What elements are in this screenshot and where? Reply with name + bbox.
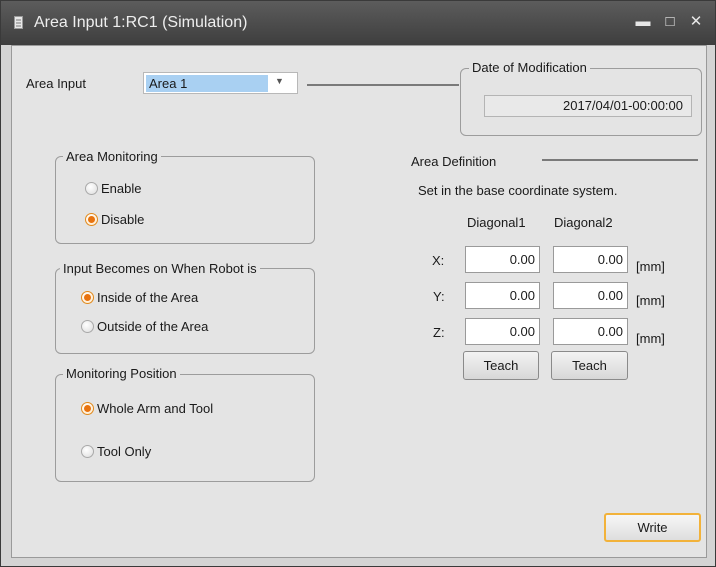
x-diagonal2-input[interactable]: 0.00 (553, 246, 628, 273)
radio-inside-label: Inside of the Area (97, 290, 199, 305)
radio-whole-arm-and-tool[interactable]: Whole Arm and Tool (81, 401, 213, 416)
divider-line (307, 84, 459, 86)
maximize-icon[interactable]: □ (659, 11, 681, 33)
radio-whole-arm-label: Whole Arm and Tool (97, 401, 214, 416)
y-diagonal2-input[interactable]: 0.00 (553, 282, 628, 309)
chevron-down-icon[interactable]: ▼ (275, 76, 284, 86)
radio-disable[interactable]: Disable (85, 212, 144, 227)
radio-tool-only-label: Tool Only (97, 444, 152, 459)
area-input-select[interactable]: Area 1 ▼ (143, 72, 298, 94)
area-input-label: Area Input (26, 76, 86, 91)
diagonal2-header: Diagonal2 (554, 215, 613, 230)
diagonal1-header: Diagonal1 (467, 215, 526, 230)
area-monitoring-group (55, 156, 315, 244)
document-icon (14, 16, 23, 29)
x-unit-label: [mm] (636, 259, 665, 274)
radio-unchecked-icon[interactable] (85, 182, 98, 195)
radio-outside-label: Outside of the Area (97, 319, 209, 334)
monitoring-position-group (55, 374, 315, 482)
radio-checked-icon[interactable] (81, 291, 94, 304)
x-diagonal1-input[interactable]: 0.00 (465, 246, 540, 273)
date-of-modification-legend: Date of Modification (469, 60, 590, 75)
teach-diagonal2-button[interactable]: Teach (551, 351, 628, 380)
radio-inside-of-area[interactable]: Inside of the Area (81, 290, 198, 305)
minimize-icon[interactable]: ▬ (632, 11, 654, 33)
z-diagonal2-input[interactable]: 0.00 (553, 318, 628, 345)
area-monitoring-legend: Area Monitoring (63, 149, 161, 164)
radio-tool-only[interactable]: Tool Only (81, 444, 151, 459)
teach-diagonal1-button[interactable]: Teach (463, 351, 539, 380)
y-unit-label: [mm] (636, 293, 665, 308)
monitoring-position-legend: Monitoring Position (63, 366, 180, 381)
write-button[interactable]: Write (604, 513, 701, 542)
area-definition-note: Set in the base coordinate system. (418, 183, 618, 198)
date-of-modification-value: 2017/04/01-00:00:00 (484, 95, 692, 117)
y-diagonal1-input[interactable]: 0.00 (465, 282, 540, 309)
area-definition-title: Area Definition (411, 154, 497, 169)
radio-checked-icon[interactable] (81, 402, 94, 415)
axis-x-label: X: (432, 253, 445, 268)
radio-disable-label: Disable (101, 212, 145, 227)
input-becomes-on-legend: Input Becomes on When Robot is (60, 261, 260, 276)
radio-unchecked-icon[interactable] (81, 320, 94, 333)
axis-y-label: Y: (433, 289, 445, 304)
close-icon[interactable]: ✕ (685, 11, 707, 33)
radio-unchecked-icon[interactable] (81, 445, 94, 458)
z-diagonal1-input[interactable]: 0.00 (465, 318, 540, 345)
radio-checked-icon[interactable] (85, 213, 98, 226)
dialog-body: Area Input Area 1 ▼ Date of Modification… (11, 45, 707, 558)
z-unit-label: [mm] (636, 331, 665, 346)
radio-outside-of-area[interactable]: Outside of the Area (81, 319, 208, 334)
title-bar[interactable]: Area Input 1:RC1 (Simulation) ▬ □ ✕ (1, 1, 715, 45)
area-input-selected-value: Area 1 (146, 75, 268, 92)
area-input-window: Area Input 1:RC1 (Simulation) ▬ □ ✕ Area… (0, 0, 716, 567)
axis-z-label: Z: (433, 325, 445, 340)
radio-enable[interactable]: Enable (85, 181, 141, 196)
window-title: Area Input 1:RC1 (Simulation) (34, 14, 248, 31)
radio-enable-label: Enable (101, 181, 142, 196)
divider-line (542, 159, 698, 161)
input-becomes-on-group (55, 268, 315, 354)
